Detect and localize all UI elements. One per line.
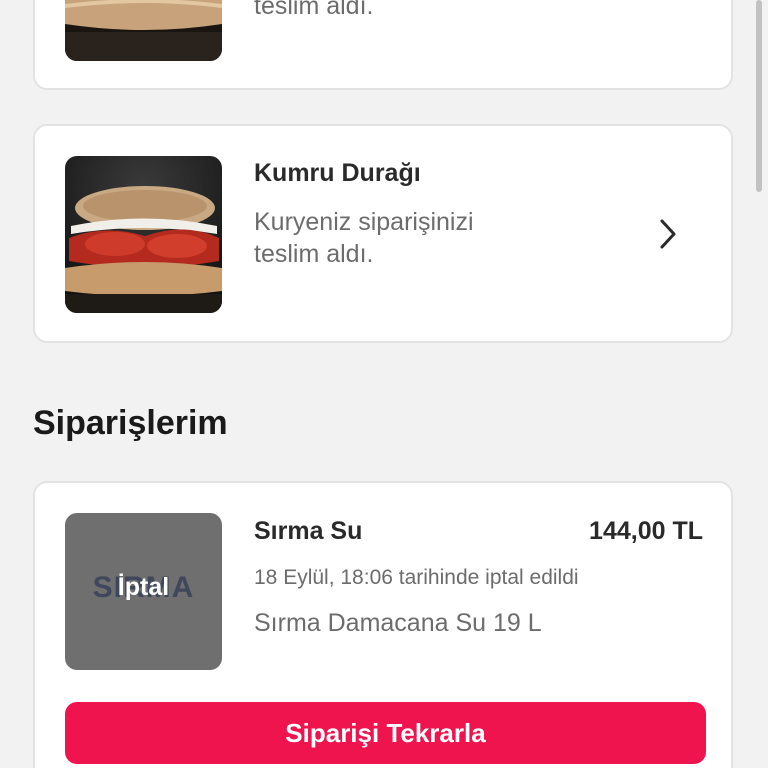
delivery-status-line1: Kuryeniz siparişinizi <box>254 208 474 236</box>
section-title: Siparişlerim <box>33 404 228 442</box>
reorder-button[interactable]: Siparişi Tekrarla <box>65 702 706 764</box>
delivery-card[interactable]: teslim aldı. <box>33 0 733 90</box>
chevron-right-icon[interactable] <box>658 218 678 255</box>
order-status: 18 Eylül, 18:06 tarihinde iptal edildi <box>254 566 579 589</box>
order-item: Sırma Damacana Su 19 L <box>254 609 542 637</box>
food-image <box>65 156 222 313</box>
store-logo: SIRMA İptal <box>65 513 222 670</box>
delivery-status-line2: teslim aldı. <box>254 0 374 20</box>
scrollbar[interactable] <box>756 0 762 192</box>
shop-name: Kumru Durağı <box>254 159 421 187</box>
order-card[interactable]: SIRMA İptal Sırma Su 144,00 TL 18 Eylül,… <box>33 481 733 768</box>
sandwich-image <box>65 156 222 313</box>
cancelled-badge: İptal <box>117 573 170 601</box>
delivery-status-line2: teslim aldı. <box>254 240 374 268</box>
delivery-card[interactable]: Kumru Durağı Kuryeniz siparişinizi tesli… <box>33 124 733 343</box>
order-shop-name: Sırma Su <box>254 517 363 545</box>
orders-page: teslim aldı. Kumru Durağı Kuryeniz sipar… <box>0 0 768 768</box>
order-price: 144,00 TL <box>589 517 703 545</box>
food-image <box>65 0 222 61</box>
sandwich-image <box>65 0 222 61</box>
